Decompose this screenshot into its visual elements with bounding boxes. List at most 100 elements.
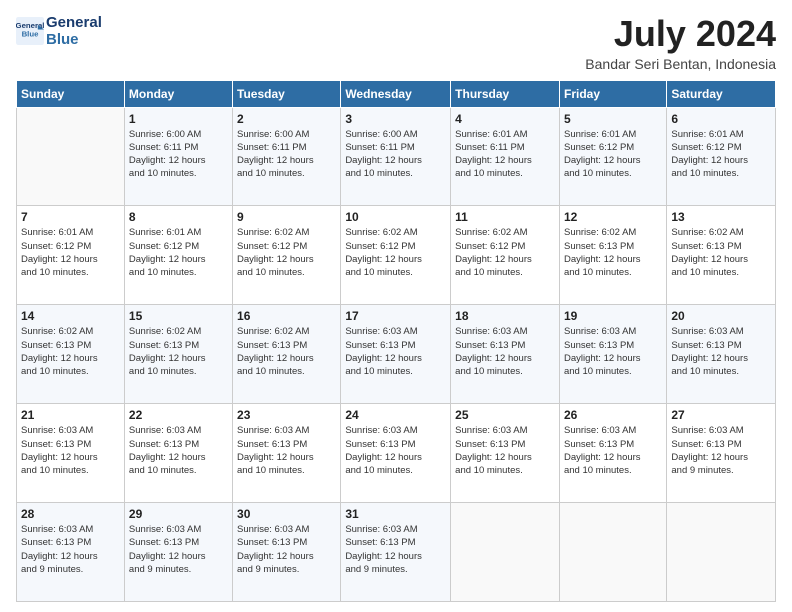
day-info: Sunrise: 6:02 AM Sunset: 6:12 PM Dayligh…	[345, 226, 446, 279]
day-info: Sunrise: 6:02 AM Sunset: 6:13 PM Dayligh…	[237, 325, 336, 378]
day-cell: 26 Sunrise: 6:03 AM Sunset: 6:13 PM Dayli…	[559, 404, 666, 503]
day-cell: 23 Sunrise: 6:03 AM Sunset: 6:13 PM Dayli…	[233, 404, 341, 503]
day-number: 2	[237, 112, 336, 126]
day-number: 27	[671, 408, 771, 422]
day-number: 13	[671, 210, 771, 224]
day-info: Sunrise: 6:03 AM Sunset: 6:13 PM Dayligh…	[345, 523, 446, 576]
header: General Blue General Blue July 2024 Band…	[16, 14, 776, 72]
day-cell	[17, 107, 125, 206]
day-info: Sunrise: 6:03 AM Sunset: 6:13 PM Dayligh…	[237, 523, 336, 576]
day-cell: 22Sunrise: 6:03 AM Sunset: 6:13 PM Dayli…	[124, 404, 232, 503]
day-number: 28	[21, 507, 120, 521]
day-cell: 13 Sunrise: 6:02 AM Sunset: 6:13 PM Dayli…	[667, 206, 776, 305]
day-info: Sunrise: 6:03 AM Sunset: 6:13 PM Dayligh…	[345, 424, 446, 477]
day-info: Sunrise: 6:03 AM Sunset: 6:13 PM Dayligh…	[21, 523, 120, 576]
day-info: Sunrise: 6:02 AM Sunset: 6:13 PM Dayligh…	[129, 325, 228, 378]
day-cell: 9Sunrise: 6:02 AM Sunset: 6:12 PM Daylig…	[233, 206, 341, 305]
day-cell: 24 Sunrise: 6:03 AM Sunset: 6:13 PM Dayli…	[341, 404, 451, 503]
day-number: 30	[237, 507, 336, 521]
day-cell: 29Sunrise: 6:03 AM Sunset: 6:13 PM Dayli…	[124, 503, 232, 602]
day-info: Sunrise: 6:02 AM Sunset: 6:13 PM Dayligh…	[21, 325, 120, 378]
day-number: 15	[129, 309, 228, 323]
week-row-4: 21 Sunrise: 6:03 AM Sunset: 6:13 PM Dayli…	[17, 404, 776, 503]
day-info: Sunrise: 6:03 AM Sunset: 6:13 PM Dayligh…	[455, 325, 555, 378]
day-cell: 15 Sunrise: 6:02 AM Sunset: 6:13 PM Dayli…	[124, 305, 232, 404]
day-cell: 4Sunrise: 6:01 AM Sunset: 6:11 PM Daylig…	[451, 107, 560, 206]
day-info: Sunrise: 6:03 AM Sunset: 6:13 PM Dayligh…	[21, 424, 120, 477]
day-number: 11	[455, 210, 555, 224]
day-number: 21	[21, 408, 120, 422]
logo: General Blue General Blue	[16, 14, 102, 49]
calendar-body: 1Sunrise: 6:00 AM Sunset: 6:11 PM Daylig…	[17, 107, 776, 601]
day-info: Sunrise: 6:01 AM Sunset: 6:12 PM Dayligh…	[564, 128, 662, 181]
day-number: 29	[129, 507, 228, 521]
page: General Blue General Blue July 2024 Band…	[0, 0, 792, 612]
day-number: 8	[129, 210, 228, 224]
day-info: Sunrise: 6:01 AM Sunset: 6:11 PM Dayligh…	[455, 128, 555, 181]
day-info: Sunrise: 6:03 AM Sunset: 6:13 PM Dayligh…	[671, 424, 771, 477]
day-cell: 30 Sunrise: 6:03 AM Sunset: 6:13 PM Dayli…	[233, 503, 341, 602]
day-cell: 6 Sunrise: 6:01 AM Sunset: 6:12 PM Daylig…	[667, 107, 776, 206]
day-info: Sunrise: 6:03 AM Sunset: 6:13 PM Dayligh…	[237, 424, 336, 477]
day-cell: 17 Sunrise: 6:03 AM Sunset: 6:13 PM Dayli…	[341, 305, 451, 404]
day-number: 26	[564, 408, 662, 422]
day-info: Sunrise: 6:02 AM Sunset: 6:13 PM Dayligh…	[671, 226, 771, 279]
day-number: 6	[671, 112, 771, 126]
day-info: Sunrise: 6:00 AM Sunset: 6:11 PM Dayligh…	[129, 128, 228, 181]
day-number: 19	[564, 309, 662, 323]
day-cell	[451, 503, 560, 602]
day-cell: 3Sunrise: 6:00 AM Sunset: 6:11 PM Daylig…	[341, 107, 451, 206]
day-cell: 14Sunrise: 6:02 AM Sunset: 6:13 PM Dayli…	[17, 305, 125, 404]
day-cell: 1Sunrise: 6:00 AM Sunset: 6:11 PM Daylig…	[124, 107, 232, 206]
header-day-wednesday: Wednesday	[341, 80, 451, 107]
day-number: 16	[237, 309, 336, 323]
logo-text: General Blue	[46, 14, 102, 49]
day-cell	[667, 503, 776, 602]
day-cell: 2Sunrise: 6:00 AM Sunset: 6:11 PM Daylig…	[233, 107, 341, 206]
day-cell: 5 Sunrise: 6:01 AM Sunset: 6:12 PM Daylig…	[559, 107, 666, 206]
day-number: 23	[237, 408, 336, 422]
day-number: 18	[455, 309, 555, 323]
day-cell: 18 Sunrise: 6:03 AM Sunset: 6:13 PM Dayli…	[451, 305, 560, 404]
month-title: July 2024	[585, 14, 776, 54]
calendar-header: SundayMondayTuesdayWednesdayThursdayFrid…	[17, 80, 776, 107]
calendar-table: SundayMondayTuesdayWednesdayThursdayFrid…	[16, 80, 776, 602]
day-info: Sunrise: 6:03 AM Sunset: 6:13 PM Dayligh…	[455, 424, 555, 477]
day-number: 7	[21, 210, 120, 224]
day-info: Sunrise: 6:03 AM Sunset: 6:13 PM Dayligh…	[671, 325, 771, 378]
week-row-1: 1Sunrise: 6:00 AM Sunset: 6:11 PM Daylig…	[17, 107, 776, 206]
day-number: 24	[345, 408, 446, 422]
day-cell	[559, 503, 666, 602]
location: Bandar Seri Bentan, Indonesia	[585, 56, 776, 72]
header-day-tuesday: Tuesday	[233, 80, 341, 107]
header-row: SundayMondayTuesdayWednesdayThursdayFrid…	[17, 80, 776, 107]
day-cell: 16 Sunrise: 6:02 AM Sunset: 6:13 PM Dayli…	[233, 305, 341, 404]
day-info: Sunrise: 6:03 AM Sunset: 6:13 PM Dayligh…	[564, 325, 662, 378]
day-number: 20	[671, 309, 771, 323]
day-info: Sunrise: 6:01 AM Sunset: 6:12 PM Dayligh…	[671, 128, 771, 181]
day-cell: 25 Sunrise: 6:03 AM Sunset: 6:13 PM Dayli…	[451, 404, 560, 503]
day-cell: 10Sunrise: 6:02 AM Sunset: 6:12 PM Dayli…	[341, 206, 451, 305]
day-cell: 11 Sunrise: 6:02 AM Sunset: 6:12 PM Dayli…	[451, 206, 560, 305]
svg-text:Blue: Blue	[22, 30, 40, 39]
day-number: 31	[345, 507, 446, 521]
header-day-monday: Monday	[124, 80, 232, 107]
day-number: 25	[455, 408, 555, 422]
day-cell: 31 Sunrise: 6:03 AM Sunset: 6:13 PM Dayli…	[341, 503, 451, 602]
day-number: 22	[129, 408, 228, 422]
day-number: 12	[564, 210, 662, 224]
day-info: Sunrise: 6:02 AM Sunset: 6:13 PM Dayligh…	[564, 226, 662, 279]
header-day-thursday: Thursday	[451, 80, 560, 107]
day-info: Sunrise: 6:02 AM Sunset: 6:12 PM Dayligh…	[455, 226, 555, 279]
header-day-sunday: Sunday	[17, 80, 125, 107]
day-info: Sunrise: 6:03 AM Sunset: 6:13 PM Dayligh…	[564, 424, 662, 477]
day-info: Sunrise: 6:03 AM Sunset: 6:13 PM Dayligh…	[345, 325, 446, 378]
day-number: 17	[345, 309, 446, 323]
day-number: 5	[564, 112, 662, 126]
day-cell: 8Sunrise: 6:01 AM Sunset: 6:12 PM Daylig…	[124, 206, 232, 305]
header-day-saturday: Saturday	[667, 80, 776, 107]
day-cell: 20 Sunrise: 6:03 AM Sunset: 6:13 PM Dayli…	[667, 305, 776, 404]
day-cell: 27 Sunrise: 6:03 AM Sunset: 6:13 PM Dayli…	[667, 404, 776, 503]
week-row-5: 28 Sunrise: 6:03 AM Sunset: 6:13 PM Dayli…	[17, 503, 776, 602]
day-info: Sunrise: 6:02 AM Sunset: 6:12 PM Dayligh…	[237, 226, 336, 279]
